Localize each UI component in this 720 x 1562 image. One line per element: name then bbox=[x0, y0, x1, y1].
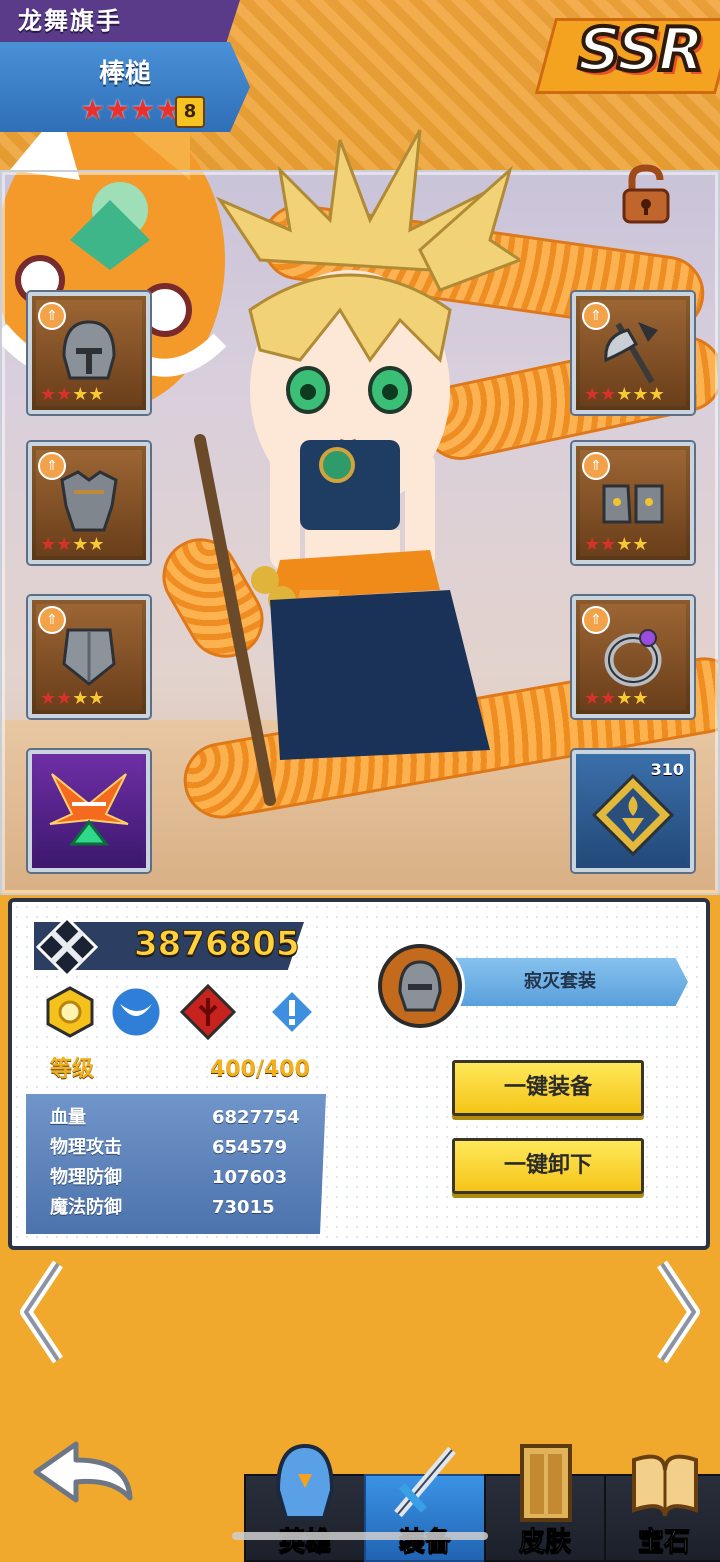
equipment-slot-weapon[interactable]: ⇑ ★ ★ ★ ★ ★ bbox=[572, 292, 694, 414]
tab-skin[interactable]: 皮肤 bbox=[484, 1444, 606, 1562]
rune-count: 310 bbox=[650, 760, 684, 779]
star-icon: ★ bbox=[80, 93, 106, 126]
lock-icon[interactable] bbox=[618, 164, 674, 226]
stat-label-physical-attack: 物理攻击 bbox=[50, 1137, 122, 1158]
stat-value-physical-defense: 107603 bbox=[212, 1167, 288, 1188]
sword-tab-icon bbox=[394, 1446, 456, 1518]
set-helmet-icon[interactable] bbox=[378, 944, 462, 1028]
equip-all-button[interactable]: 一键装备 bbox=[452, 1060, 644, 1116]
axe-icon bbox=[604, 322, 658, 384]
phoenix-artifact-icon bbox=[49, 773, 129, 846]
artifact-slot[interactable] bbox=[28, 750, 150, 872]
book-tab-icon bbox=[632, 1454, 698, 1517]
crossed-swords-icon bbox=[36, 916, 98, 978]
ring-icon bbox=[604, 629, 662, 687]
hero-title: 龙舞旗手 bbox=[18, 7, 122, 35]
helmet-icon bbox=[398, 960, 442, 1012]
rarity-badge: SSR bbox=[576, 13, 707, 87]
slash-skill-icon[interactable] bbox=[108, 984, 164, 1040]
equipment-slot-boots[interactable]: ⇑ ★ ★ ★ ★ bbox=[572, 442, 694, 564]
equipment-slot-shield[interactable]: ⇑ ★ ★ ★ ★ bbox=[28, 596, 150, 718]
home-indicator[interactable] bbox=[232, 1532, 488, 1540]
stat-label-hp: 血量 bbox=[50, 1107, 86, 1128]
stat-value-physical-attack: 654579 bbox=[212, 1137, 288, 1158]
unequip-all-button[interactable]: 一键卸下 bbox=[452, 1138, 644, 1194]
rank-badge: 8 bbox=[175, 96, 205, 128]
tab-label: 宝石 bbox=[637, 1527, 690, 1558]
hero-character bbox=[194, 129, 520, 806]
equipment-set-name: 寂灭套装 bbox=[524, 971, 596, 992]
level-label: 等级 bbox=[50, 1057, 95, 1082]
equipment-slot-armor[interactable]: ⇑ ★ ★ ★ ★ bbox=[28, 442, 150, 564]
stat-value-hp: 6827754 bbox=[212, 1107, 300, 1128]
star-icon: ★ bbox=[130, 93, 156, 126]
shield-icon bbox=[62, 628, 116, 686]
helmet-tab-icon bbox=[275, 1443, 335, 1520]
tab-gem[interactable]: 宝石 bbox=[604, 1454, 720, 1562]
tab-hero[interactable]: 英雄 bbox=[244, 1443, 366, 1562]
stat-label-physical-defense: 物理防御 bbox=[50, 1167, 122, 1188]
combat-power: 3876805 bbox=[134, 924, 301, 965]
hero-name: 棒槌 bbox=[98, 59, 151, 89]
star-icon: ★ bbox=[105, 93, 131, 126]
level-value: 400/400 bbox=[210, 1057, 310, 1082]
wardrobe-tab-icon bbox=[520, 1444, 572, 1522]
stat-value-magic-defense: 73015 bbox=[212, 1197, 275, 1218]
sun-skill-icon[interactable] bbox=[44, 986, 96, 1038]
back-arrow-icon[interactable] bbox=[28, 1438, 138, 1518]
equipment-slot-ring[interactable]: ⇑ ★ ★ ★ ★ bbox=[572, 596, 694, 718]
red-rune-skill-icon[interactable] bbox=[180, 984, 236, 1040]
next-hero-arrow-icon[interactable] bbox=[654, 1260, 702, 1364]
tab-equipment[interactable]: 装备 bbox=[364, 1446, 486, 1562]
rune-slot[interactable]: 310 bbox=[572, 750, 694, 872]
equipment-slot-helmet[interactable]: ⇑ ★ ★ ★ ★ bbox=[28, 292, 150, 414]
info-icon[interactable] bbox=[268, 988, 316, 1036]
helmet-icon bbox=[62, 320, 116, 380]
stat-label-magic-defense: 魔法防御 bbox=[50, 1197, 122, 1218]
boots-icon bbox=[602, 484, 664, 524]
rune-emblem-icon bbox=[591, 773, 675, 857]
previous-hero-arrow-icon[interactable] bbox=[18, 1260, 66, 1364]
chest-armor-icon bbox=[60, 470, 118, 532]
tab-label: 皮肤 bbox=[518, 1527, 571, 1558]
